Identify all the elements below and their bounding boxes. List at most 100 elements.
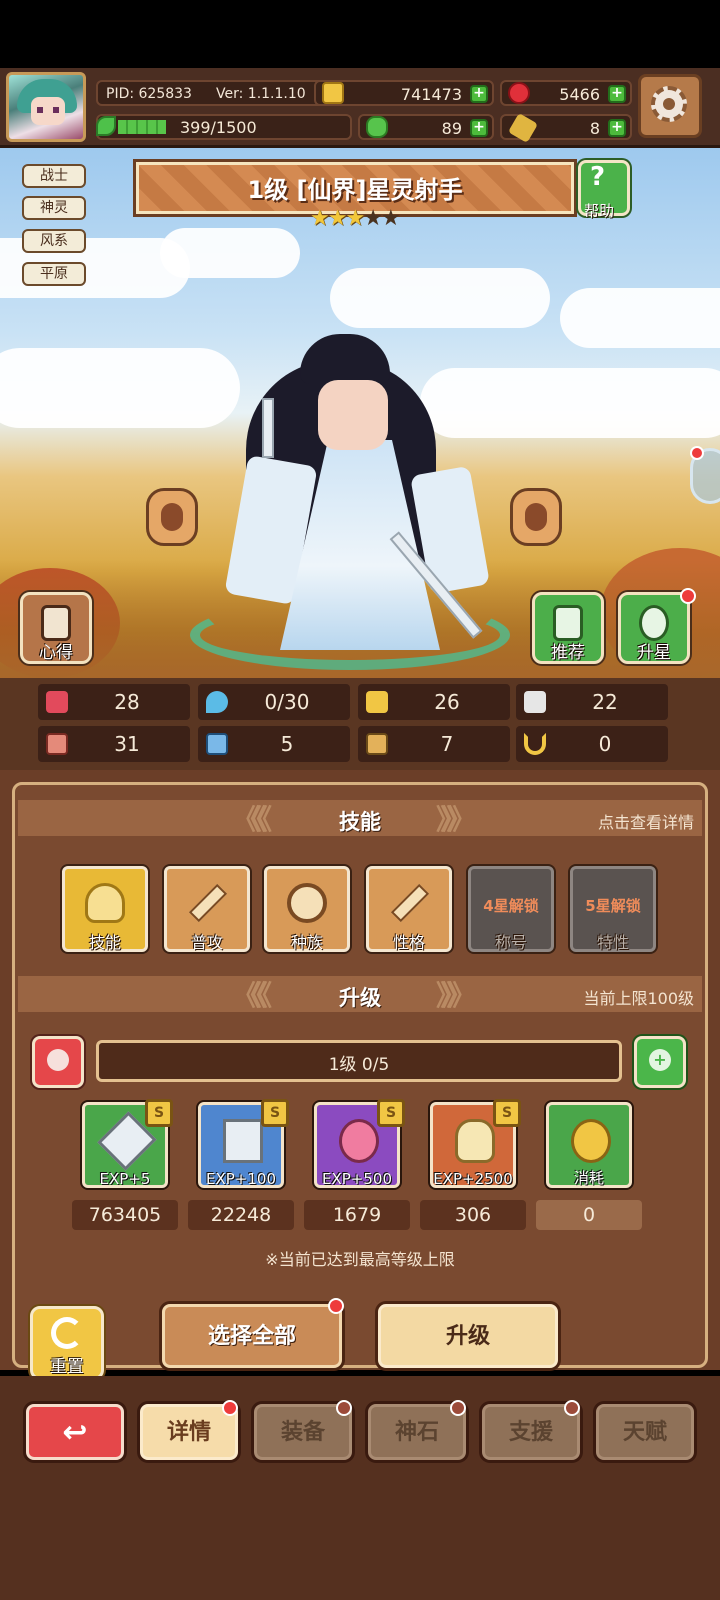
item-badge: S: [377, 1099, 405, 1127]
star-filled-icon: ★: [345, 206, 365, 231]
skill-label: 特性: [596, 933, 629, 952]
exp-item-5[interactable]: S EXP+5: [82, 1099, 173, 1188]
gem-counter: 5466 +: [500, 80, 632, 106]
player-id: PID: 625833: [106, 86, 192, 102]
lamp-icon: [455, 1119, 495, 1163]
hero-face: [318, 380, 388, 450]
stat-hp-value: 28: [114, 690, 140, 714]
player-avatar[interactable]: [6, 72, 86, 142]
select-all-button[interactable]: 选择全部: [162, 1304, 342, 1368]
unlock-requirement: 5星解锁: [585, 897, 641, 915]
tag-element: 风系: [22, 229, 86, 253]
heart-icon: [46, 691, 68, 713]
next-hero-button[interactable]: [510, 488, 562, 546]
sword-icon: [188, 883, 228, 923]
key-value: 8: [589, 119, 600, 138]
thumbs-up-icon: [553, 605, 583, 641]
coin-counter: 741473 +: [314, 80, 494, 106]
skill-slot-race[interactable]: 种族: [264, 866, 350, 952]
skill-slot-skill[interactable]: 技能: [62, 866, 148, 952]
avatar-eye: [53, 107, 59, 113]
star-empty-icon: ★: [380, 206, 401, 231]
stat-mana: 0/30: [198, 684, 350, 720]
add-gem-button[interactable]: +: [608, 85, 626, 103]
skill-slot-title-locked[interactable]: 4星解锁 称号: [468, 866, 554, 952]
shield-icon: [366, 691, 388, 713]
status-bar-area: [0, 0, 720, 68]
level-up-button[interactable]: +: [634, 1036, 686, 1088]
crystal-icon: [223, 1119, 263, 1163]
add-clover-button[interactable]: +: [470, 119, 488, 137]
exp-item-500[interactable]: S EXP+500: [314, 1099, 405, 1188]
boot-icon: [366, 733, 388, 755]
tag-terrain: 平原: [22, 262, 86, 286]
fist-icon: [46, 733, 68, 755]
star-icon: [639, 605, 669, 641]
star-rating: ★★★★★: [310, 206, 401, 231]
level-down-button[interactable]: [32, 1036, 84, 1088]
item-badge: S: [145, 1099, 173, 1127]
skill-slot-personality[interactable]: 性格: [366, 866, 452, 952]
max-level-notice: ※当前已达到最高等级上限: [265, 1250, 455, 1269]
left-arrow-icon: [161, 503, 183, 531]
exp-item-label: EXP+100: [206, 1170, 276, 1188]
skills-title: 技能: [339, 810, 381, 834]
help-label: 帮助: [584, 202, 615, 220]
race-emblem-icon: [287, 883, 327, 923]
star-empty-icon: ★: [363, 206, 383, 231]
wing-icon: [524, 691, 546, 713]
add-key-button[interactable]: +: [608, 119, 626, 137]
cost-count: 0: [536, 1200, 642, 1230]
exp-item-2500[interactable]: S EXP+2500: [430, 1099, 521, 1188]
stat-attack: 31: [38, 726, 190, 762]
skills-hint[interactable]: 点击查看详情: [598, 809, 694, 833]
clover-icon: [366, 116, 388, 138]
tab-talent[interactable]: 天赋: [596, 1404, 694, 1460]
add-coin-button[interactable]: +: [470, 85, 488, 103]
exp-item-label: EXP+500: [322, 1170, 392, 1188]
exp-item-count: 763405: [72, 1200, 178, 1230]
sword-icon: [262, 398, 274, 458]
gem-value: 5466: [559, 85, 600, 104]
notes-icon: [41, 605, 71, 641]
back-button[interactable]: ↩: [26, 1404, 124, 1460]
coin-icon: [322, 82, 344, 104]
stat-defense: 26: [358, 684, 510, 720]
exp-bar-fill: [118, 120, 166, 134]
skill-label: 普攻: [190, 933, 223, 952]
key-icon: [507, 112, 539, 144]
reset-button[interactable]: 重置: [30, 1306, 104, 1380]
notes-button[interactable]: 心得: [20, 592, 92, 664]
notes-label: 心得: [39, 643, 73, 663]
notification-dot: [564, 1400, 580, 1416]
exp-item-label: EXP+2500: [433, 1170, 513, 1188]
notification-dot: [690, 446, 704, 460]
game-version: Ver: 1.1.1.10: [216, 86, 306, 102]
plus-icon: +: [649, 1049, 671, 1071]
wind-swirl-effect: [190, 600, 510, 670]
exp-item-100[interactable]: S EXP+100: [198, 1099, 289, 1188]
peach-icon: [339, 1119, 379, 1163]
star-up-button[interactable]: 升星: [618, 592, 690, 664]
star-up-label: 升星: [637, 643, 671, 663]
sword-icon: [390, 883, 430, 923]
notification-dot: [328, 1298, 344, 1314]
upgrade-button[interactable]: 升级: [378, 1304, 558, 1368]
gear-icon-center: [663, 98, 675, 110]
recommend-button[interactable]: 推荐: [532, 592, 604, 664]
stat-speed: 22: [516, 684, 668, 720]
skill-slot-basic-attack[interactable]: 普攻: [164, 866, 250, 952]
skill-slot-trait-locked[interactable]: 5星解锁 特性: [570, 866, 656, 952]
stat-boots: 7: [358, 726, 510, 762]
star-filled-icon: ★: [327, 206, 348, 231]
stat-hp: 28: [38, 684, 190, 720]
minus-icon: [47, 1049, 69, 1071]
key-counter: 8 +: [500, 112, 632, 144]
reset-label: 重置: [50, 1357, 84, 1377]
heart-shield-icon: [85, 883, 125, 923]
exp-item-label: EXP+5: [99, 1170, 151, 1188]
chevron-left-icon: 《《《: [232, 979, 272, 1012]
star-filled-icon: ★: [310, 206, 330, 231]
prev-hero-button[interactable]: [146, 488, 198, 546]
chevron-left-icon: 《《《: [232, 803, 272, 836]
